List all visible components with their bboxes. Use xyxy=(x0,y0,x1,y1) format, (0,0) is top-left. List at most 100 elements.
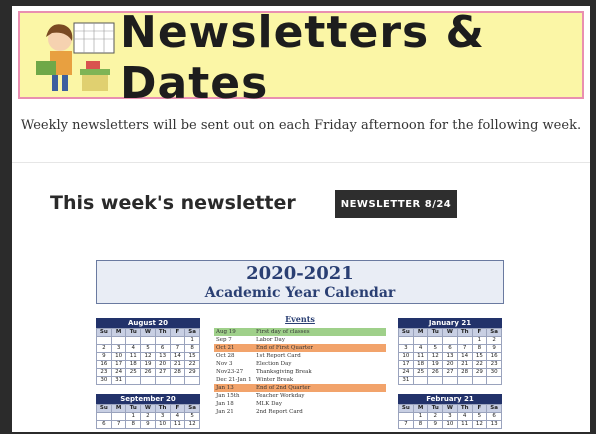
day-cell: 23 xyxy=(486,360,502,369)
day-cell: 30 xyxy=(96,376,112,385)
day-cell xyxy=(110,412,127,421)
day-cell xyxy=(456,376,473,385)
day-cell: 3 xyxy=(398,344,414,353)
day-cell xyxy=(427,376,444,385)
day-cell: 15 xyxy=(184,352,200,361)
teacher-clipart-icon xyxy=(36,22,115,91)
day-cell xyxy=(412,376,429,385)
day-cell xyxy=(442,376,458,385)
month-title: August 20 xyxy=(96,318,200,328)
event-row: Jan 13 End of 2nd Quarter xyxy=(214,384,386,392)
day-header: Th xyxy=(154,404,171,413)
event-name: Election Day xyxy=(256,361,292,367)
event-row: Oct 28 1st Report Card xyxy=(214,352,386,360)
day-cell: 10 xyxy=(110,352,127,361)
day-cell xyxy=(471,376,488,385)
academic-calendar-image[interactable]: 2020-2021 Academic Year Calendar August … xyxy=(96,260,506,432)
day-cell: 27 xyxy=(442,368,458,377)
header-banner: Newsletters & Dates xyxy=(18,7,584,109)
day-cell: 9 xyxy=(140,420,156,429)
page: Newsletters & Dates Weekly newsletters w… xyxy=(12,6,590,432)
event-date: Oct 21 xyxy=(216,345,235,351)
day-cell: 8 xyxy=(184,344,200,353)
month-august: August 20 Su M Tu W Th F Sa 1 2 3 4 5 6 7 8 9 10 11 12 13 14 1… xyxy=(96,318,200,385)
event-row: Dec 21-Jan 1 Winter Break xyxy=(214,376,386,384)
day-cell: 8 xyxy=(412,420,429,429)
day-header: F xyxy=(169,404,186,413)
day-header: F xyxy=(169,328,186,337)
day-cell: 6 xyxy=(442,344,458,353)
day-cell: 2 xyxy=(96,344,112,353)
calendar-subtitle: Academic Year Calendar xyxy=(204,285,396,301)
banner-title: Newsletters & Dates xyxy=(120,7,485,109)
day-cell: 12 xyxy=(184,420,200,429)
day-cell xyxy=(140,376,156,385)
day-cell: 24 xyxy=(398,368,414,377)
day-header: M xyxy=(412,404,429,413)
day-cell: 2 xyxy=(486,336,502,345)
day-header: Su xyxy=(398,404,414,413)
day-cell: 19 xyxy=(140,360,156,369)
newsletter-button[interactable]: NEWSLETTER 8/24 xyxy=(335,190,457,218)
day-cell xyxy=(154,376,171,385)
month-grid: Su M Tu W Th F Sa 1 2 3 4 5 6 7 8 9 10 11 12 13 14 15 16 17 18 19… xyxy=(96,328,200,385)
event-name: End of First Quarter xyxy=(256,345,313,351)
divider xyxy=(12,162,590,163)
event-name: First day of classes xyxy=(256,329,310,335)
day-cell xyxy=(169,336,186,345)
event-row: Aug 19 First day of classes xyxy=(214,328,386,336)
day-cell: 25 xyxy=(412,368,429,377)
day-header: Su xyxy=(96,328,112,337)
day-cell: 21 xyxy=(456,360,473,369)
day-header: Sa xyxy=(184,404,200,413)
day-cell: 8 xyxy=(471,344,488,353)
day-cell: 9 xyxy=(427,420,444,429)
day-cell: 13 xyxy=(486,420,502,429)
event-row: Nov 3 Election Day xyxy=(214,360,386,368)
day-cell: 11 xyxy=(125,352,142,361)
day-cell: 25 xyxy=(125,368,142,377)
day-cell: 5 xyxy=(184,412,200,421)
event-name: Teacher Workday xyxy=(256,393,305,399)
day-cell xyxy=(412,336,429,345)
day-cell: 12 xyxy=(427,352,444,361)
day-cell xyxy=(140,336,156,345)
day-cell: 21 xyxy=(169,360,186,369)
event-name: Labor Day xyxy=(256,337,285,343)
day-cell xyxy=(456,336,473,345)
day-cell: 9 xyxy=(486,344,502,353)
event-date: Oct 28 xyxy=(216,353,235,359)
day-cell: 1 xyxy=(412,412,429,421)
day-cell: 10 xyxy=(442,420,458,429)
event-date: Jan 21 xyxy=(216,409,234,415)
event-date: Dec 21-Jan 1 xyxy=(216,377,252,383)
day-cell: 5 xyxy=(471,412,488,421)
day-cell xyxy=(486,376,502,385)
day-cell: 12 xyxy=(140,352,156,361)
day-cell: 8 xyxy=(125,420,142,429)
day-header: Tu xyxy=(125,404,142,413)
day-cell: 22 xyxy=(184,360,200,369)
day-cell: 12 xyxy=(471,420,488,429)
day-cell: 10 xyxy=(154,420,171,429)
calendar-year: 2020-2021 xyxy=(246,263,354,284)
day-cell: 4 xyxy=(125,344,142,353)
day-cell: 3 xyxy=(110,344,127,353)
day-cell: 7 xyxy=(456,344,473,353)
event-date: Jan 18 xyxy=(216,401,234,407)
day-cell: 4 xyxy=(412,344,429,353)
day-cell: 22 xyxy=(471,360,488,369)
day-header: Th xyxy=(154,328,171,337)
month-february: February 21 Su M Tu W Th F Sa 1 2 3 4 5 6 7 8 9 10 11 12 13 xyxy=(398,394,502,429)
day-cell: 28 xyxy=(456,368,473,377)
day-cell: 5 xyxy=(427,344,444,353)
day-cell: 26 xyxy=(427,368,444,377)
day-cell xyxy=(184,376,200,385)
day-header: Sa xyxy=(486,404,502,413)
event-name: 2nd Report Card xyxy=(256,409,303,415)
day-header: F xyxy=(471,404,488,413)
day-cell: 13 xyxy=(442,352,458,361)
month-january: January 21 Su M Tu W Th F Sa 1 2 3 4 5 6 7 8 9 10 11 12 13 14… xyxy=(398,318,502,385)
event-row: Nov23-27 Thanksgiving Break xyxy=(214,368,386,376)
day-cell: 10 xyxy=(398,352,414,361)
